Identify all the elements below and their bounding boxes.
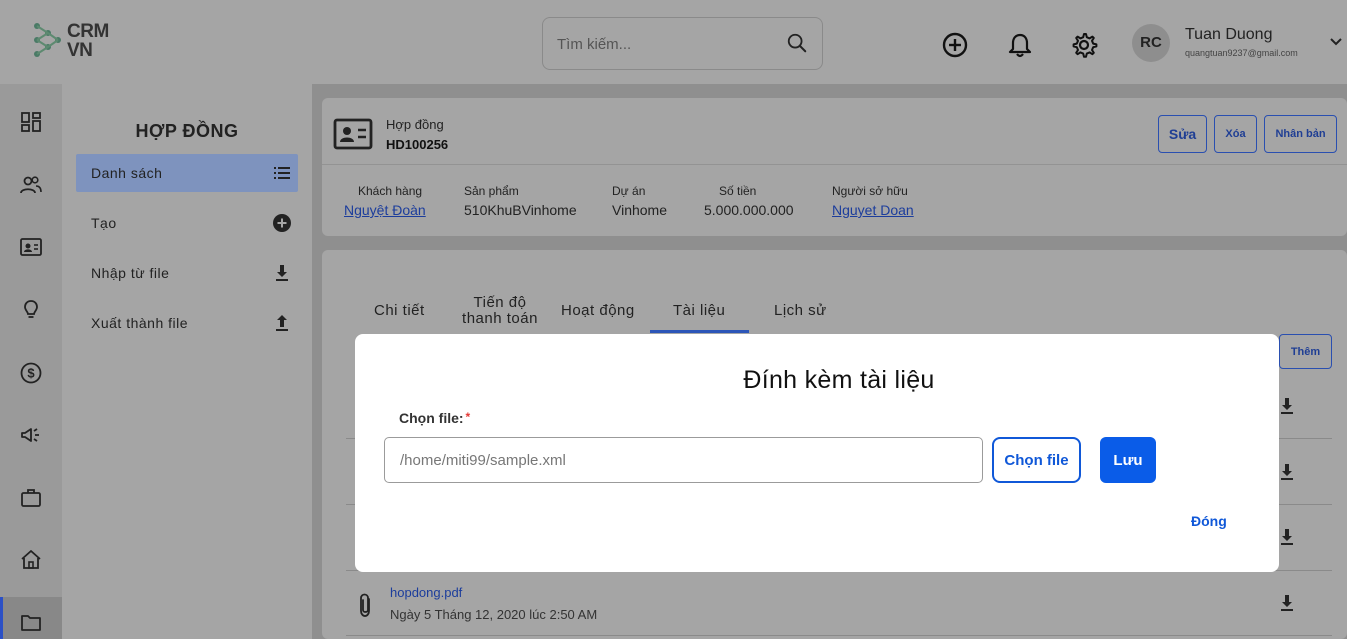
tab-payment-progress[interactable]: Tiến độ thanh toán	[457, 295, 543, 327]
close-button[interactable]: Đóng	[1191, 513, 1227, 529]
logo-text-line2: VN	[67, 40, 93, 61]
upload-icon	[276, 315, 288, 331]
menu-item-import[interactable]: Nhập từ file	[76, 254, 298, 292]
delete-button[interactable]: Xóa	[1214, 115, 1257, 153]
briefcase-icon[interactable]	[19, 486, 43, 510]
logo-mark-icon	[34, 23, 61, 57]
contract-code: HD100256	[386, 137, 449, 152]
dashboard-icon[interactable]	[19, 110, 43, 134]
row-divider	[346, 635, 1332, 636]
modal-title: Đính kèm tài liệu	[743, 366, 935, 394]
amount-value: 5.000.000.000	[704, 202, 794, 218]
chevron-down-icon[interactable]	[1329, 35, 1343, 49]
file-field-label-text: Chọn file:	[399, 410, 464, 426]
download-icon[interactable]	[1276, 592, 1298, 614]
search-icon[interactable]	[786, 32, 808, 54]
logo-text-line1: CRM	[67, 21, 109, 42]
home-icon[interactable]	[19, 548, 43, 572]
download-icon[interactable]	[1276, 461, 1298, 483]
download-icon[interactable]	[1276, 395, 1298, 417]
dollar-icon[interactable]: $	[19, 361, 43, 385]
save-button[interactable]: Lưu	[1100, 437, 1156, 483]
lightbulb-icon[interactable]	[19, 298, 43, 322]
menu-item-list[interactable]: Danh sách	[76, 154, 298, 192]
header-divider	[322, 164, 1347, 165]
download-icon[interactable]	[1276, 526, 1298, 548]
contact-card-icon[interactable]	[19, 235, 43, 259]
file-field-label: Chọn file: *	[399, 410, 470, 426]
contract-card-icon	[333, 118, 373, 150]
edit-button[interactable]: Sửa	[1158, 115, 1207, 153]
file-path-input[interactable]	[384, 437, 983, 483]
submenu-title: HỢP ĐỒNG	[135, 121, 239, 141]
field-label-product: Sản phẩm	[464, 184, 519, 198]
gear-icon[interactable]	[1070, 31, 1098, 59]
field-label-owner: Người sở hữu	[832, 184, 908, 198]
owner-link[interactable]: Nguyet Doan	[832, 202, 914, 218]
search-input[interactable]	[557, 32, 777, 56]
logo-text: CRM VN	[67, 22, 109, 60]
list-icon	[274, 167, 290, 179]
plus-circle-icon	[273, 214, 291, 232]
search-box	[542, 17, 823, 70]
field-label-project: Dự án	[612, 184, 646, 198]
tab-documents[interactable]: Tài liệu	[673, 302, 725, 319]
download-icon	[276, 265, 288, 281]
user-name: Tuan Duong	[1185, 26, 1273, 43]
required-mark: *	[465, 410, 471, 424]
megaphone-icon[interactable]	[19, 423, 43, 447]
menu-item-create[interactable]: Tạo	[76, 204, 298, 242]
field-label-customer: Khách hàng	[358, 184, 423, 198]
active-tab-indicator	[650, 330, 749, 333]
paperclip-icon	[360, 593, 370, 617]
tab-history[interactable]: Lịch sử	[774, 302, 827, 319]
menu-item-label: Tạo	[91, 215, 117, 231]
user-email: quangtuan9237@gmail.com	[1185, 48, 1298, 58]
users-icon[interactable]	[19, 173, 43, 197]
duplicate-button[interactable]: Nhân bản	[1264, 115, 1337, 153]
field-label-amount: Số tiền	[719, 184, 757, 198]
contract-type-label: Hợp đồng	[386, 117, 444, 132]
menu-item-export[interactable]: Xuất thành file	[76, 304, 298, 342]
file-name-link[interactable]: hopdong.pdf	[390, 585, 462, 600]
svg-text:$: $	[27, 366, 35, 381]
choose-file-button[interactable]: Chọn file	[992, 437, 1081, 483]
menu-item-label: Nhập từ file	[91, 265, 170, 281]
add-circle-icon[interactable]	[941, 31, 969, 59]
customer-link[interactable]: Nguyệt Đoàn	[344, 202, 426, 218]
add-document-button[interactable]: Thêm	[1279, 334, 1332, 369]
file-date: Ngày 5 Tháng 12, 2020 lúc 2:50 AM	[390, 607, 598, 622]
folder-icon[interactable]	[19, 610, 43, 634]
menu-item-label: Danh sách	[91, 165, 163, 181]
tab-details[interactable]: Chi tiết	[374, 302, 425, 319]
product-value: 510KhuBVinhome	[464, 202, 577, 218]
avatar[interactable]: RC	[1132, 24, 1170, 62]
menu-item-label: Xuất thành file	[91, 315, 189, 331]
bell-icon[interactable]	[1006, 31, 1034, 59]
tab-activity[interactable]: Hoạt động	[561, 302, 635, 319]
project-value: Vinhome	[612, 202, 668, 218]
